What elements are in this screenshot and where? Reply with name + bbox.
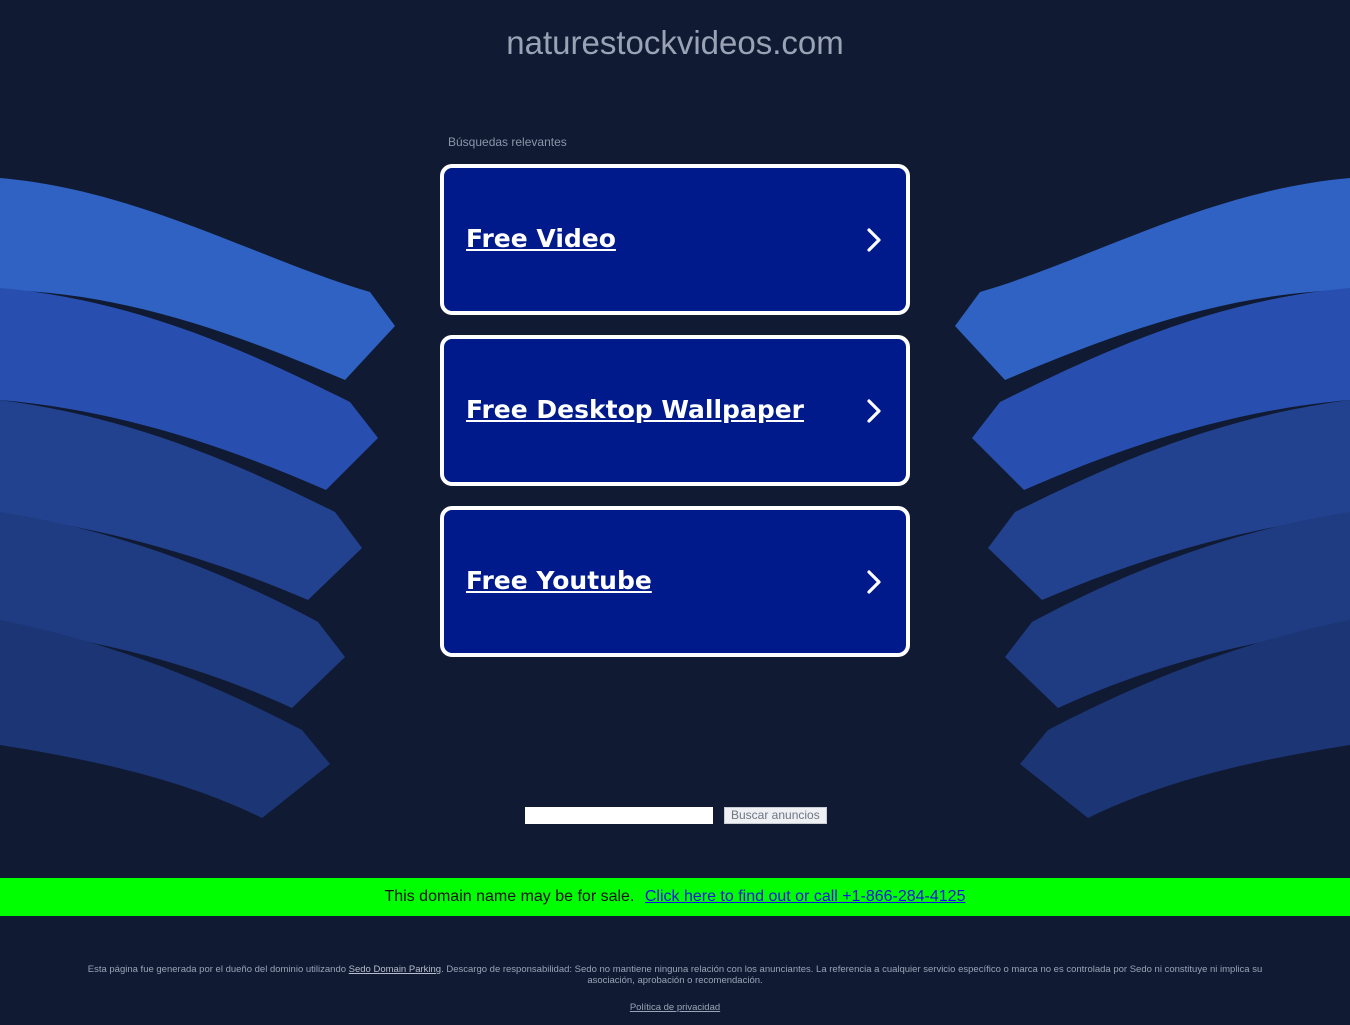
related-link-label: Free Youtube: [466, 566, 652, 595]
privacy-policy-link[interactable]: Política de privacidad: [630, 1002, 720, 1013]
domain-sale-banner: This domain name may be for sale. Click …: [0, 878, 1350, 916]
related-searches-label: Búsquedas relevantes: [448, 135, 567, 149]
search-input[interactable]: [525, 807, 713, 824]
parking-page: naturestockvideos.com Búsquedas relevant…: [0, 0, 1350, 1025]
related-searches-list: Free Video Free Desktop Wallpaper Free Y…: [440, 164, 910, 677]
sedo-parking-link[interactable]: Sedo Domain Parking: [349, 964, 441, 975]
chevron-right-icon: [867, 399, 881, 423]
disclaimer-text-end: . Descargo de responsabilidad: Sedo no m…: [441, 964, 1263, 986]
related-link-free-youtube[interactable]: Free Youtube: [440, 506, 910, 657]
related-link-free-video[interactable]: Free Video: [440, 164, 910, 315]
chevron-right-icon: [867, 570, 881, 594]
related-link-free-desktop-wallpaper[interactable]: Free Desktop Wallpaper: [440, 335, 910, 486]
related-link-label: Free Video: [466, 224, 616, 253]
sale-banner-link[interactable]: Click here to find out or call +1-866-28…: [645, 888, 966, 905]
chevron-right-icon: [867, 228, 881, 252]
search-ads-button[interactable]: Buscar anuncios: [724, 807, 827, 824]
sale-banner-text: This domain name may be for sale.: [384, 888, 635, 905]
disclaimer: Esta página fue generada por el dueño de…: [75, 964, 1275, 986]
disclaimer-text-start: Esta página fue generada por el dueño de…: [87, 964, 349, 975]
ad-search-form: Buscar anuncios: [525, 807, 827, 824]
domain-title: naturestockvideos.com: [506, 24, 844, 61]
related-link-label: Free Desktop Wallpaper: [466, 395, 805, 424]
privacy-policy-row: Política de privacidad: [0, 1002, 1350, 1013]
